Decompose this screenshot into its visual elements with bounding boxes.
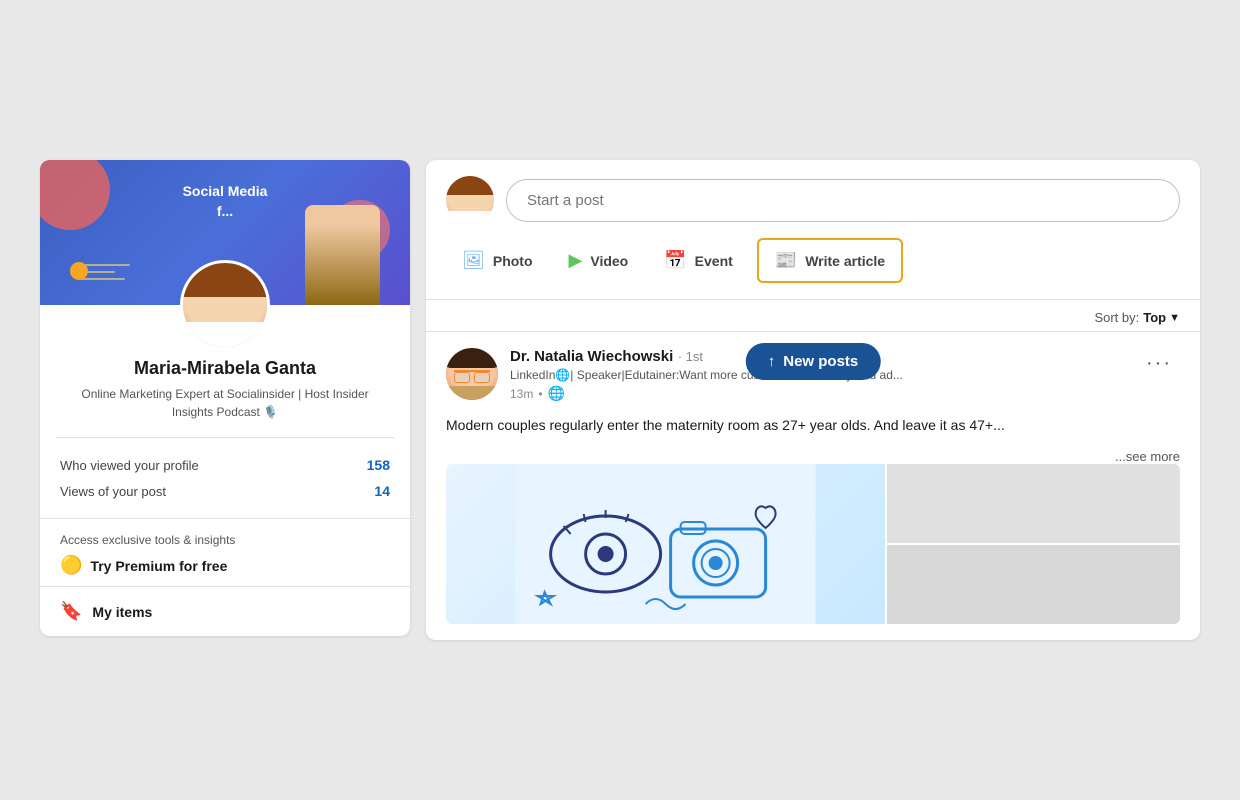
avatar[interactable] xyxy=(180,260,270,350)
right-panel: 🖼 Photo ▶ Video 📅 Event 📰 Write article xyxy=(426,160,1200,639)
post-time: 13m xyxy=(510,387,533,401)
banner-decoration xyxy=(40,160,110,230)
dot-separator: • xyxy=(538,387,542,401)
video-label: Video xyxy=(590,253,628,269)
bookmark-icon: 🔖 xyxy=(60,601,82,622)
post-image-strip xyxy=(446,464,1180,624)
try-premium-button[interactable]: 🟡 Try Premium for free xyxy=(60,555,227,576)
new-posts-pill[interactable]: ↑ New posts xyxy=(746,343,881,380)
composer-avatar xyxy=(446,176,494,224)
premium-section: Access exclusive tools & insights 🟡 Try … xyxy=(40,518,410,586)
premium-icon: 🟡 xyxy=(60,555,82,576)
photo-icon: 🖼 xyxy=(462,250,485,271)
event-button[interactable]: 📅 Event xyxy=(648,240,749,281)
see-more-link[interactable]: ...see more xyxy=(446,449,1180,464)
globe-icon: 🌐 xyxy=(548,385,565,402)
author-hair xyxy=(446,348,498,368)
premium-title: Access exclusive tools & insights xyxy=(60,533,390,547)
author-avatar-face xyxy=(446,348,498,400)
post-author-badge: · 1st xyxy=(678,349,703,364)
photo-button[interactable]: 🖼 Photo xyxy=(446,240,549,281)
banner-text-line2: f... xyxy=(217,203,233,219)
new-posts-text: New posts xyxy=(783,353,858,370)
stat-value-profile-views: 158 xyxy=(367,457,390,473)
post-image-side-bottom xyxy=(887,545,1180,624)
post-image-main xyxy=(446,464,885,624)
banner-text-line1: Social Media xyxy=(183,183,268,199)
video-icon: ▶ xyxy=(569,250,583,271)
video-button[interactable]: ▶ Video xyxy=(553,240,645,281)
write-article-icon: 📰 xyxy=(775,250,797,271)
start-post-input[interactable] xyxy=(506,179,1180,222)
stat-row-post-views[interactable]: Views of your post 14 xyxy=(60,478,390,504)
post-image-side-top xyxy=(887,464,1180,543)
avatar-shirt xyxy=(183,322,267,347)
sort-value[interactable]: Top xyxy=(1143,310,1166,325)
stat-label-post-views: Views of your post xyxy=(60,484,166,499)
left-panel: Social Media f... Maria-Mirabela Ganta O… xyxy=(40,160,410,636)
event-icon: 📅 xyxy=(664,250,686,271)
page-container: Social Media f... Maria-Mirabela Ganta O… xyxy=(20,130,1220,669)
post-author-name[interactable]: Dr. Natalia Wiechowski xyxy=(510,348,673,365)
post-more-button[interactable]: ··· xyxy=(1138,348,1180,379)
author-chin xyxy=(446,386,498,401)
new-posts-arrow-icon: ↑ xyxy=(768,353,776,370)
post-illustration-svg xyxy=(446,464,885,624)
my-items-text: My items xyxy=(92,604,152,620)
avatar-face xyxy=(183,263,267,347)
composer-row xyxy=(446,176,1180,224)
post-author-avatar[interactable] xyxy=(446,348,498,400)
post-meta: 13m • 🌐 xyxy=(510,385,903,402)
feed-header: Sort by: Top ▼ xyxy=(426,300,1200,331)
post-image-side xyxy=(887,464,1180,624)
stat-value-post-views: 14 xyxy=(374,483,390,499)
post-content: Modern couples regularly enter the mater… xyxy=(446,414,1180,436)
profile-stats: Who viewed your profile 158 Views of you… xyxy=(40,438,410,518)
sort-label: Sort by: xyxy=(1094,310,1139,325)
event-label: Event xyxy=(695,253,733,269)
profile-avatar-wrapper xyxy=(40,260,410,350)
profile-info: Maria-Mirabela Ganta Online Marketing Ex… xyxy=(40,350,410,437)
composer-avatar-hair xyxy=(446,176,494,195)
sort-arrow-icon[interactable]: ▼ xyxy=(1169,312,1180,324)
profile-title: Online Marketing Expert at Socialinsider… xyxy=(60,385,390,421)
write-article-label: Write article xyxy=(805,253,885,269)
write-article-button[interactable]: 📰 Write article xyxy=(757,238,903,283)
photo-label: Photo xyxy=(493,253,533,269)
stat-row-profile-views[interactable]: Who viewed your profile 158 xyxy=(60,452,390,478)
post-composer: 🖼 Photo ▶ Video 📅 Event 📰 Write article xyxy=(426,160,1200,300)
post-content-text: Modern couples regularly enter the mater… xyxy=(446,417,1005,433)
premium-text: Try Premium for free xyxy=(90,558,227,574)
stat-label-profile-views: Who viewed your profile xyxy=(60,458,199,473)
profile-name: Maria-Mirabela Ganta xyxy=(60,358,390,379)
avatar-hair xyxy=(183,263,267,297)
composer-avatar-shirt xyxy=(446,211,494,224)
feed-container: ↑ New posts xyxy=(426,331,1200,639)
composer-actions: 🖼 Photo ▶ Video 📅 Event 📰 Write article xyxy=(446,238,1180,283)
my-items-section[interactable]: 🔖 My items xyxy=(40,586,410,636)
glasses-icon xyxy=(454,370,490,376)
